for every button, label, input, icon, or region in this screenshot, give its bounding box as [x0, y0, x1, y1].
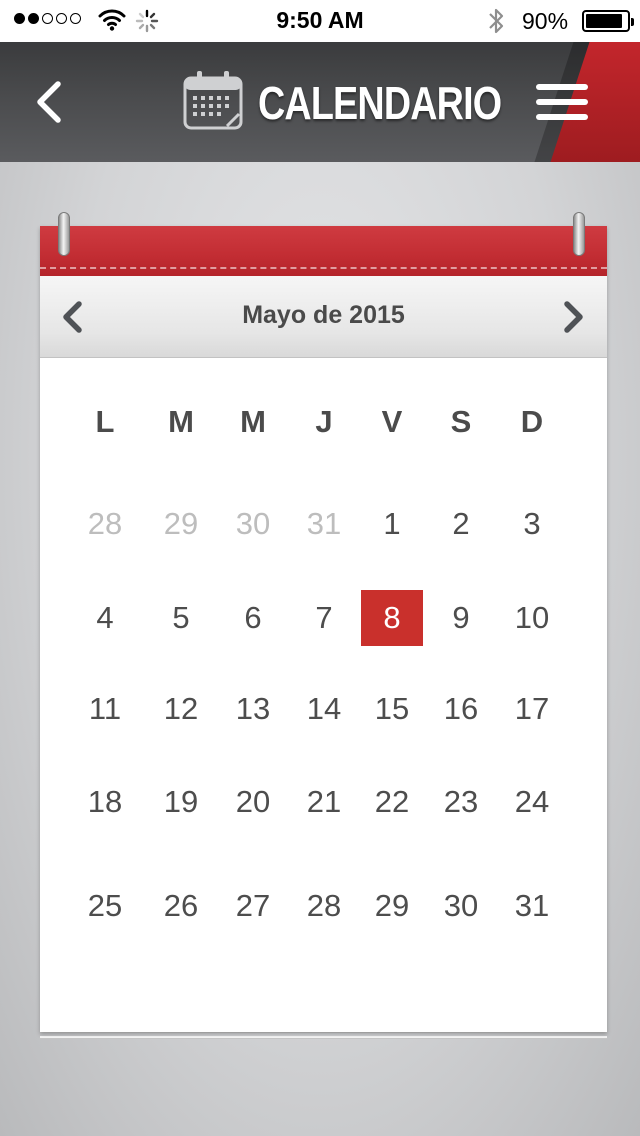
day-cell[interactable]: 19 [150, 774, 212, 830]
weekday-label: S [450, 404, 472, 439]
day-cell[interactable]: 10 [501, 590, 563, 646]
day-cell[interactable]: 2 [430, 496, 492, 552]
calendar-binding [40, 226, 607, 276]
weekday-header-row: L M M J V S D [40, 404, 607, 444]
day-cell[interactable]: 18 [74, 774, 136, 830]
day-cell[interactable]: 23 [430, 774, 492, 830]
day-cell[interactable]: 30 [430, 878, 492, 934]
day-cell[interactable]: 21 [293, 774, 355, 830]
weekday-label: J [315, 404, 333, 439]
day-cell[interactable]: 30 [222, 496, 284, 552]
day-cell[interactable]: 28 [74, 496, 136, 552]
day-cell[interactable]: 6 [222, 590, 284, 646]
day-cell[interactable]: 20 [222, 774, 284, 830]
day-cell[interactable]: 26 [150, 878, 212, 934]
day-cell[interactable]: 5 [150, 590, 212, 646]
month-label: Mayo de 2015 [242, 301, 405, 329]
day-cell[interactable]: 16 [430, 681, 492, 737]
month-header: Mayo de 2015 [40, 276, 607, 358]
day-cell[interactable]: 24 [501, 774, 563, 830]
day-cell[interactable]: 22 [361, 774, 423, 830]
calendar-card: Mayo de 2015 L M M J V S D 28 29 30 31 1 2 3 4 5… [40, 212, 607, 1032]
weekday-label: M [240, 404, 266, 439]
weekday-label: V [381, 404, 403, 439]
calendar-icon [183, 71, 243, 130]
day-cell[interactable]: 29 [150, 496, 212, 552]
day-cell-selected[interactable]: 8 [361, 590, 423, 646]
day-cell[interactable]: 28 [293, 878, 355, 934]
day-cell[interactable]: 29 [361, 878, 423, 934]
weekday-label: D [520, 404, 544, 439]
bluetooth-icon [489, 8, 504, 34]
calendar-ring-left [58, 212, 70, 256]
calendar-ring-right [573, 212, 585, 256]
day-cell[interactable]: 12 [150, 681, 212, 737]
day-cell[interactable]: 31 [293, 496, 355, 552]
day-cell[interactable]: 9 [430, 590, 492, 646]
day-cell[interactable]: 15 [361, 681, 423, 737]
hamburger-menu-button[interactable] [536, 84, 588, 124]
day-cell[interactable]: 14 [293, 681, 355, 737]
day-cell[interactable]: 17 [501, 681, 563, 737]
weekday-label: M [168, 404, 194, 439]
battery-level-fill [586, 14, 622, 28]
navigation-bar: CALENDARIO [0, 42, 640, 162]
day-cell[interactable]: 1 [361, 496, 423, 552]
weekday-label: L [95, 404, 115, 439]
day-cell[interactable]: 25 [74, 878, 136, 934]
day-cell[interactable]: 3 [501, 496, 563, 552]
battery-percentage: 90% [522, 8, 569, 34]
day-cell[interactable]: 31 [501, 878, 563, 934]
status-bar: 9:50 AM 90% [0, 0, 640, 42]
day-cell[interactable]: 4 [74, 590, 136, 646]
day-cell[interactable]: 11 [74, 681, 136, 737]
battery-icon [582, 10, 634, 32]
back-button[interactable] [28, 80, 72, 124]
next-month-button[interactable] [558, 300, 588, 334]
day-cell[interactable]: 13 [222, 681, 284, 737]
day-cell[interactable]: 27 [222, 878, 284, 934]
page-title: CALENDARIO [258, 77, 502, 129]
day-cell[interactable]: 7 [293, 590, 355, 646]
